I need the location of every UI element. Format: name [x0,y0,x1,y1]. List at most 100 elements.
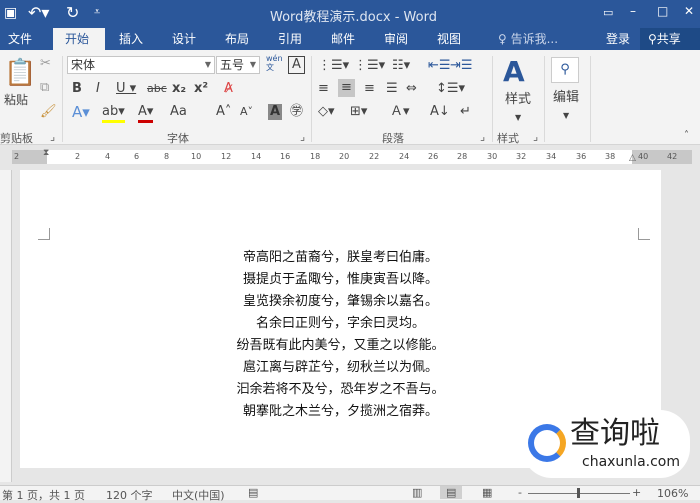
font-size-select[interactable]: 五号 ▼ [216,56,260,74]
highlight-icon[interactable]: ab▾ [102,104,125,123]
text-line[interactable]: 摄提贞于孟陬兮，惟庚寅吾以降。 [20,268,661,287]
close-icon[interactable]: ✕ [684,4,694,18]
zoom-in-button[interactable]: + [632,486,641,499]
minimize-icon[interactable]: – [630,4,636,18]
dialog-launcher-icon[interactable]: ⌟ [533,130,538,143]
borders-icon[interactable]: ⊞▾ [350,104,367,120]
multilevel-list-icon[interactable]: ☷▾ [392,58,410,74]
search-icon[interactable]: ⚲ [551,57,579,83]
chinese-layout-icon[interactable]: Ａ▾ [390,104,410,120]
bold-icon[interactable]: B [72,81,82,97]
distributed-icon[interactable]: ⇔ [406,81,417,97]
text-effects-icon[interactable]: A▾ [72,104,90,120]
tab-design[interactable]: 设计 [164,28,204,50]
ribbon-options-icon[interactable]: ▭ [603,6,613,19]
collapse-ribbon-icon[interactable]: ˄ [684,128,689,144]
bullets-icon[interactable]: ⋮☰▾ [318,58,349,74]
character-border-icon[interactable]: A [288,56,305,74]
tab-review[interactable]: 审阅 [376,28,416,50]
zoom-level[interactable]: 106% [657,487,688,500]
italic-icon[interactable]: I [96,81,100,97]
lightbulb-icon: ♀ [498,32,511,46]
sort-icon[interactable]: A↓ [430,104,450,120]
show-marks-icon[interactable]: ↵ [460,104,471,120]
font-name-select[interactable]: 宋体 ▼ [67,56,215,74]
word-count[interactable]: 120 个字 [106,487,153,503]
enclose-characters-icon[interactable]: ㊫ [290,104,303,120]
styles-icon[interactable]: A [503,56,525,88]
shading-icon[interactable]: ◇▾ [318,104,335,120]
zoom-slider-thumb[interactable] [577,488,580,498]
line-spacing-icon[interactable]: ↕☰▾ [436,81,465,97]
font-color-icon[interactable]: A▾ [138,104,154,123]
page-count[interactable]: 第 1 页，共 1 页 [2,487,85,503]
text-line[interactable]: 帝高阳之苗裔兮，朕皇考曰伯庸。 [20,246,661,265]
decrease-indent-icon[interactable]: ⇤☰ [428,58,451,74]
increase-indent-icon[interactable]: ⇥☰ [450,58,473,74]
cut-icon[interactable]: ✂ [40,56,51,72]
tell-me-search[interactable]: ♀ 告诉我... [490,28,566,50]
text-line[interactable]: 汩余若将不及兮，恐年岁之不吾与。 [20,378,661,397]
subscript-icon[interactable]: x₂ [172,81,186,97]
align-left-icon[interactable]: ≡ [318,81,329,97]
tab-references[interactable]: 引用 [270,28,310,50]
shrink-font-icon[interactable]: A˅ [240,104,253,120]
text-line[interactable]: 皇览揆余初度兮，肇锡余以嘉名。 [20,290,661,309]
tab-file[interactable]: 文件 [0,28,40,50]
tab-layout[interactable]: 布局 [217,28,257,50]
customize-icon[interactable]: ⩡ [94,5,100,19]
format-painter-icon[interactable]: 🖌 [40,104,57,120]
paste-icon[interactable]: 📋 [4,58,36,88]
text-line[interactable]: 扈江离与辟芷兮，纫秋兰以为佩。 [20,356,661,375]
clear-formatting-icon[interactable]: A̷ [224,81,233,97]
read-mode-icon[interactable]: ▥ [412,486,422,499]
proofing-icon[interactable]: ▤ [248,486,258,499]
ruler-tick: 18 [310,152,321,161]
phonetic-guide-icon[interactable]: wén 文 [266,54,283,72]
editing-button[interactable]: 编辑 [553,90,579,106]
character-shading-icon[interactable]: A [268,104,283,120]
grow-font-icon[interactable]: A˄ [216,104,231,120]
print-layout-icon[interactable]: ▤ [440,486,463,499]
ruler-tick: 38 [605,152,616,161]
redo-icon[interactable]: ↻ [66,3,79,22]
sign-in-link[interactable]: 登录 [598,28,638,50]
align-right-icon[interactable]: ≡ [364,81,375,97]
window-title: Word教程演示.docx - Word [270,10,437,25]
change-case-icon[interactable]: Aa [170,104,187,120]
tab-home[interactable]: 开始 [53,28,105,50]
copy-icon[interactable]: ⧉ [40,80,49,96]
justify-icon[interactable]: ☰ [386,81,398,97]
ruler-tick: 30 [487,152,498,161]
share-button[interactable]: ⚲共享 [640,28,700,50]
horizontal-ruler[interactable]: ⧗ △ 2 2 4 6 8 10 12 14 16 18 20 22 24 26… [0,148,700,166]
tab-view[interactable]: 视图 [429,28,469,50]
chevron-down-icon: ▼ [249,60,256,69]
paste-button[interactable]: 粘贴 [4,92,28,108]
indent-marker-icon[interactable]: ⧗ [43,148,49,158]
tab-insert[interactable]: 插入 [111,28,151,50]
superscript-icon[interactable]: x² [194,81,208,97]
zoom-out-button[interactable]: - [518,486,522,499]
text-line[interactable]: 名余曰正则兮，字余曰灵均。 [20,312,661,331]
dialog-launcher-icon[interactable]: ⌟ [300,130,305,143]
dialog-launcher-icon[interactable]: ⌟ [480,130,485,143]
web-layout-icon[interactable]: ▦ [482,486,492,499]
text-line[interactable]: 纷吾既有此内美兮，又重之以修能。 [20,334,661,353]
undo-icon[interactable]: ↶▾ [28,3,49,22]
language[interactable]: 中文(中国) [172,487,225,503]
group-label-clipboard: 剪贴板 [0,132,33,145]
align-center-icon[interactable]: ≡ [338,79,355,97]
vertical-ruler[interactable] [0,170,12,482]
dialog-launcher-icon[interactable]: ⌟ [50,130,55,143]
chevron-down-icon: ▼ [563,111,570,120]
right-indent-marker-icon[interactable]: △ [629,153,636,163]
maximize-icon[interactable]: □ [657,4,668,18]
strikethrough-icon[interactable]: abc [147,81,167,97]
logo-search-icon [528,424,566,462]
save-icon[interactable]: ▣ [4,5,17,21]
tab-mailings[interactable]: 邮件 [323,28,363,50]
numbering-icon[interactable]: ⋮☰▾ [354,58,385,74]
styles-button[interactable]: 样式 [505,92,531,108]
underline-icon[interactable]: U ▾ [116,81,136,97]
